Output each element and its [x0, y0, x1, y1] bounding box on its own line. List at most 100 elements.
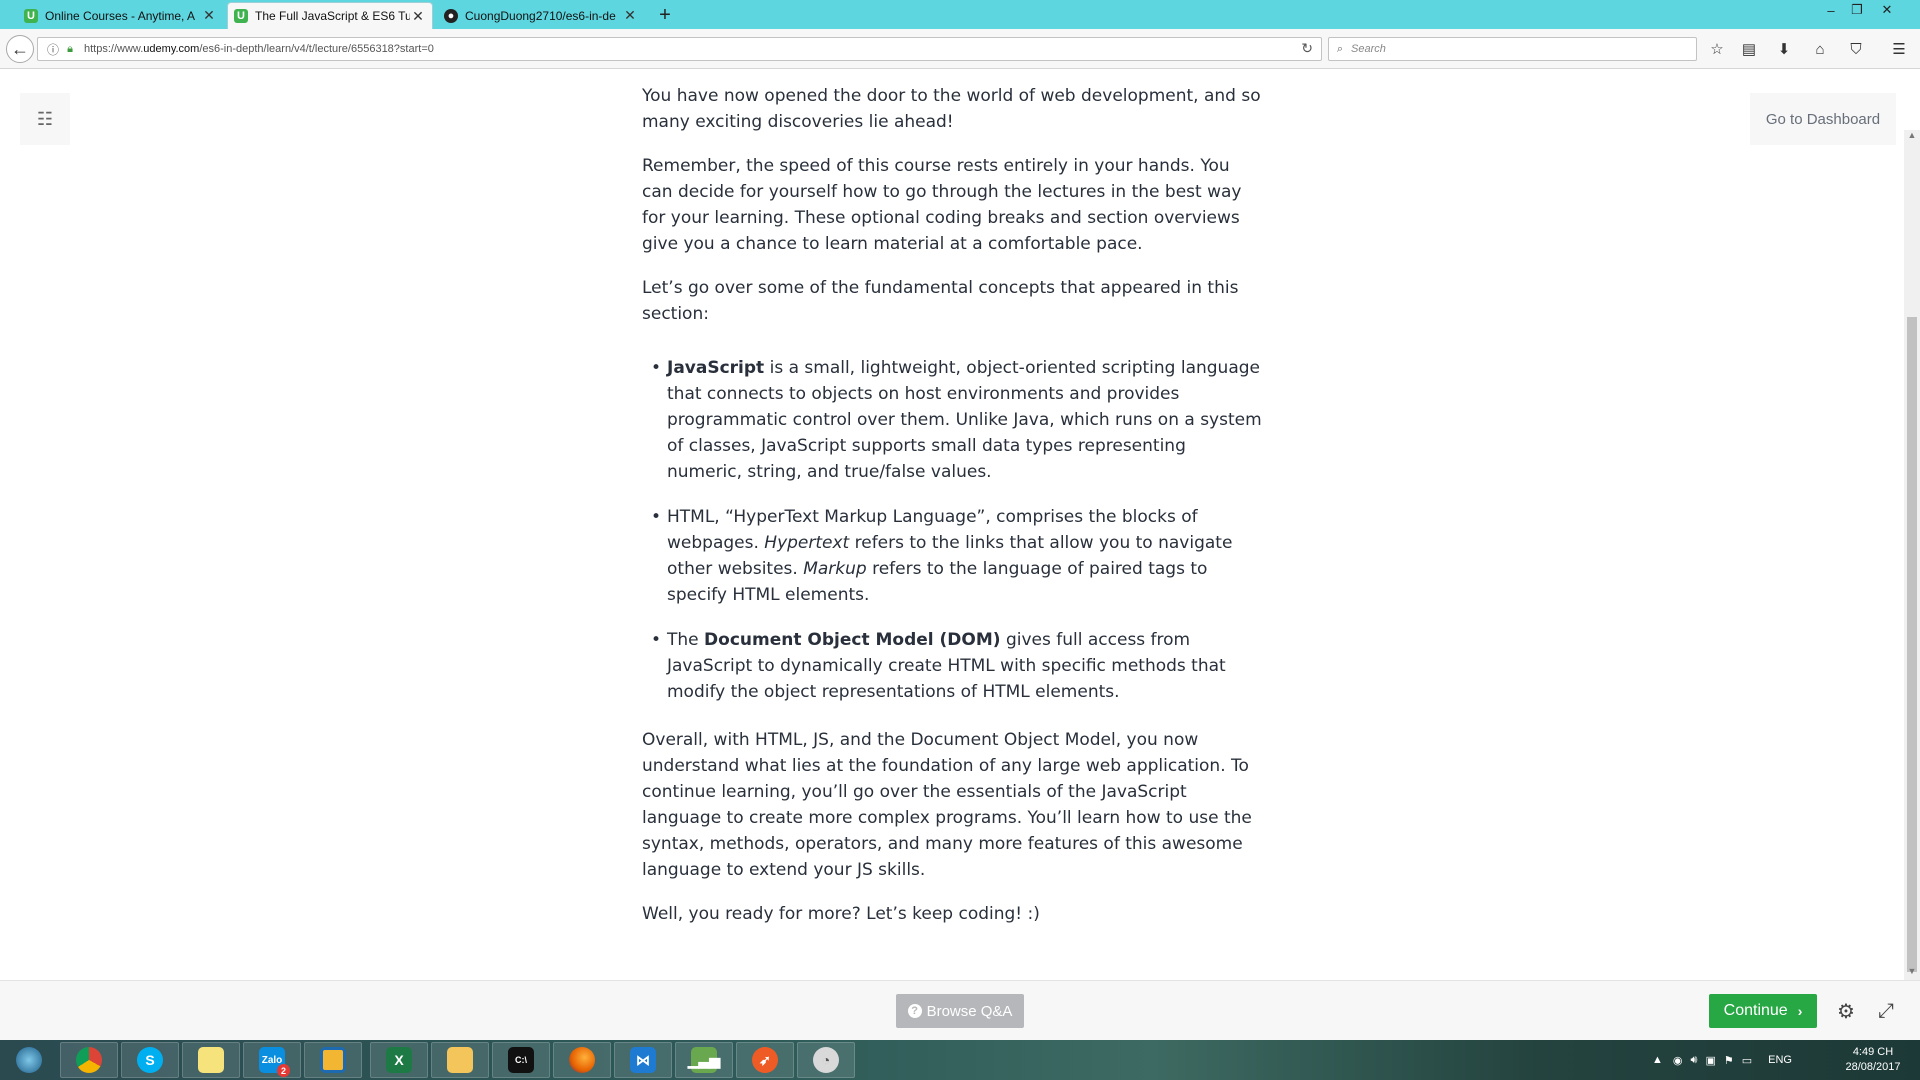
lecture-page: ☷ Go to Dashboard You have now opened th…: [0, 70, 1904, 980]
taskbar-file-manager[interactable]: [304, 1042, 362, 1078]
reading-list-icon[interactable]: ▤: [1737, 37, 1761, 61]
system-tray: ▲ ◉ 🔊︎ ▣ ⚑ ▭ ENG: [1652, 1040, 1792, 1080]
taskbar-firefox[interactable]: [553, 1042, 611, 1078]
network-icon[interactable]: ⚑: [1724, 1054, 1734, 1067]
zalo-icon: Zalo 2: [259, 1047, 290, 1077]
settings-gear-icon[interactable]: ⚙: [1833, 998, 1859, 1024]
tab-full-javascript[interactable]: U The Full JavaScript & ES6 Tu ✕: [227, 2, 433, 29]
start-orb-icon: [16, 1047, 42, 1073]
taskbar-paint[interactable]: ◔: [797, 1042, 855, 1078]
url-path: /es6-in-depth/learn/v4/t/lecture/6556318…: [199, 43, 434, 55]
url-domain: udemy.com: [143, 43, 200, 55]
cmd-icon: C:\: [508, 1047, 534, 1073]
curriculum-toggle-button[interactable]: ☷: [20, 93, 70, 145]
clock[interactable]: 4:49 CH 28/08/2017: [1838, 1045, 1908, 1075]
list-item-dom: The Document Object Model (DOM) gives fu…: [642, 627, 1262, 705]
download-icon[interactable]: ⬇: [1772, 37, 1796, 61]
lecture-footer: ? Browse Q&A Continue › ⚙ ⤢: [0, 980, 1920, 1040]
page-scrollbar[interactable]: ▲ ▼: [1904, 130, 1920, 980]
sticky-notes-icon: [198, 1047, 224, 1073]
concept-list: JavaScript is a small, lightweight, obje…: [642, 355, 1262, 705]
list-icon: ☷: [36, 108, 54, 129]
taskbar-postman[interactable]: ➶: [736, 1042, 794, 1078]
udemy-icon: U: [234, 9, 248, 23]
close-icon[interactable]: ✕: [201, 7, 217, 24]
back-button[interactable]: ←: [6, 35, 34, 63]
volume-icon[interactable]: 🔊︎: [1691, 1054, 1698, 1067]
scroll-up-icon[interactable]: ▲: [1904, 130, 1920, 144]
article-paragraph-3: Let’s go over some of the fundamental co…: [642, 278, 1239, 324]
udemy-icon: U: [24, 8, 38, 23]
lecture-article: You have now opened the door to the worl…: [642, 86, 1262, 945]
tray-window-icon[interactable]: ▣: [1705, 1054, 1715, 1067]
article-paragraph-5: Well, you ready for more? Let’s keep cod…: [642, 904, 1040, 924]
term-hypertext: Hypertext: [764, 533, 850, 553]
github-icon: ●: [444, 8, 458, 23]
term-markup: Markup: [803, 559, 867, 579]
info-icon[interactable]: ⓘ: [44, 41, 62, 58]
list-item-javascript: JavaScript is a small, lightweight, obje…: [642, 355, 1262, 485]
skype-icon: S: [137, 1047, 163, 1073]
taskbar-vscode[interactable]: ⋈: [614, 1042, 672, 1078]
start-button[interactable]: [0, 1042, 58, 1078]
lock-icon: 🔒︎: [67, 42, 73, 55]
taskbar-zalo[interactable]: Zalo 2: [243, 1042, 301, 1078]
home-icon[interactable]: ⌂: [1808, 37, 1832, 61]
tray-app-icon[interactable]: ◉: [1673, 1054, 1683, 1067]
firefox-icon: [569, 1047, 595, 1073]
search-icon: ⌕: [1336, 42, 1344, 55]
taskbar-sticky-notes[interactable]: [182, 1042, 240, 1078]
tab-title: CuongDuong2710/es6-in-de: [465, 8, 616, 23]
restore-icon[interactable]: ❐: [1842, 0, 1872, 20]
language-indicator[interactable]: ENG: [1768, 1054, 1792, 1066]
tab-title: Online Courses - Anytime, A: [45, 8, 196, 23]
search-input[interactable]: ⌕ Search: [1328, 37, 1697, 61]
zalo-badge: 2: [277, 1064, 290, 1077]
url-prefix: https://www.: [84, 43, 144, 55]
menu-icon[interactable]: ☰: [1887, 37, 1911, 61]
bookmark-star-icon[interactable]: ☆: [1705, 37, 1729, 61]
taskbar-chrome[interactable]: [60, 1042, 118, 1078]
tab-github[interactable]: ● CuongDuong2710/es6-in-de ✕: [438, 2, 644, 29]
expand-icon[interactable]: ⤢: [1873, 998, 1899, 1024]
taskbar-chart-app[interactable]: ▁▃▅: [675, 1042, 733, 1078]
postman-icon: ➶: [752, 1047, 778, 1073]
taskbar-excel[interactable]: X: [370, 1042, 428, 1078]
browse-qa-button[interactable]: ? Browse Q&A: [896, 994, 1024, 1028]
clock-time: 4:49 CH: [1852, 1046, 1894, 1058]
close-icon[interactable]: ✕: [410, 8, 426, 25]
file-manager-icon: [320, 1047, 346, 1073]
browse-label: Browse Q&A: [926, 1002, 1013, 1020]
term-dom: Document Object Model (DOM): [704, 630, 1001, 650]
continue-button[interactable]: Continue ›: [1709, 994, 1817, 1028]
question-icon: ?: [907, 1004, 922, 1018]
close-window-icon[interactable]: ✕: [1872, 0, 1902, 20]
tab-title: The Full JavaScript & ES6 Tu: [255, 9, 410, 23]
pocket-icon[interactable]: ⛉: [1844, 37, 1868, 61]
url-text[interactable]: https://www.udemy.com/es6-in-depth/learn…: [84, 43, 434, 55]
scrollbar-thumb[interactable]: [1907, 317, 1917, 972]
reload-icon[interactable]: ↻: [1301, 40, 1313, 57]
chevron-right-icon: ›: [1797, 1003, 1803, 1019]
new-tab-button[interactable]: +: [652, 2, 678, 28]
article-paragraph-4: Overall, with HTML, JS, and the Document…: [642, 730, 1252, 880]
scroll-down-icon[interactable]: ▼: [1904, 966, 1920, 980]
address-bar[interactable]: ⓘ 🔒︎ https://www.udemy.com/es6-in-depth/…: [37, 37, 1322, 61]
close-icon[interactable]: ✕: [622, 7, 638, 24]
windows-taskbar: S Zalo 2 X C:\ ⋈ ▁▃▅ ➶ ◔ ▲ ◉ 🔊︎ ▣ ⚑ ▭ ENG: [0, 1040, 1920, 1080]
taskbar-folder[interactable]: [431, 1042, 489, 1078]
term-javascript: JavaScript: [667, 358, 765, 378]
tray-expand-icon[interactable]: ▲: [1652, 1054, 1663, 1066]
taskbar-skype[interactable]: S: [121, 1042, 179, 1078]
browser-nav-bar: ← ⓘ 🔒︎ https://www.udemy.com/es6-in-dept…: [0, 29, 1920, 69]
folder-icon: [447, 1047, 473, 1073]
taskbar-cmd[interactable]: C:\: [492, 1042, 550, 1078]
tray-monitor-icon[interactable]: ▭: [1742, 1054, 1752, 1067]
tab-online-courses[interactable]: U Online Courses - Anytime, A ✕: [18, 2, 223, 29]
list-item-html: HTML, “HyperText Markup Language”, compr…: [642, 504, 1262, 608]
clock-date: 28/08/2017: [1845, 1061, 1901, 1073]
article-paragraph-2: Remember, the speed of this course rests…: [642, 156, 1242, 254]
cut-off-line: You have now opened the door to the worl…: [642, 86, 1261, 106]
search-placeholder: Search: [1351, 43, 1386, 55]
go-to-dashboard-button[interactable]: Go to Dashboard: [1750, 93, 1896, 145]
